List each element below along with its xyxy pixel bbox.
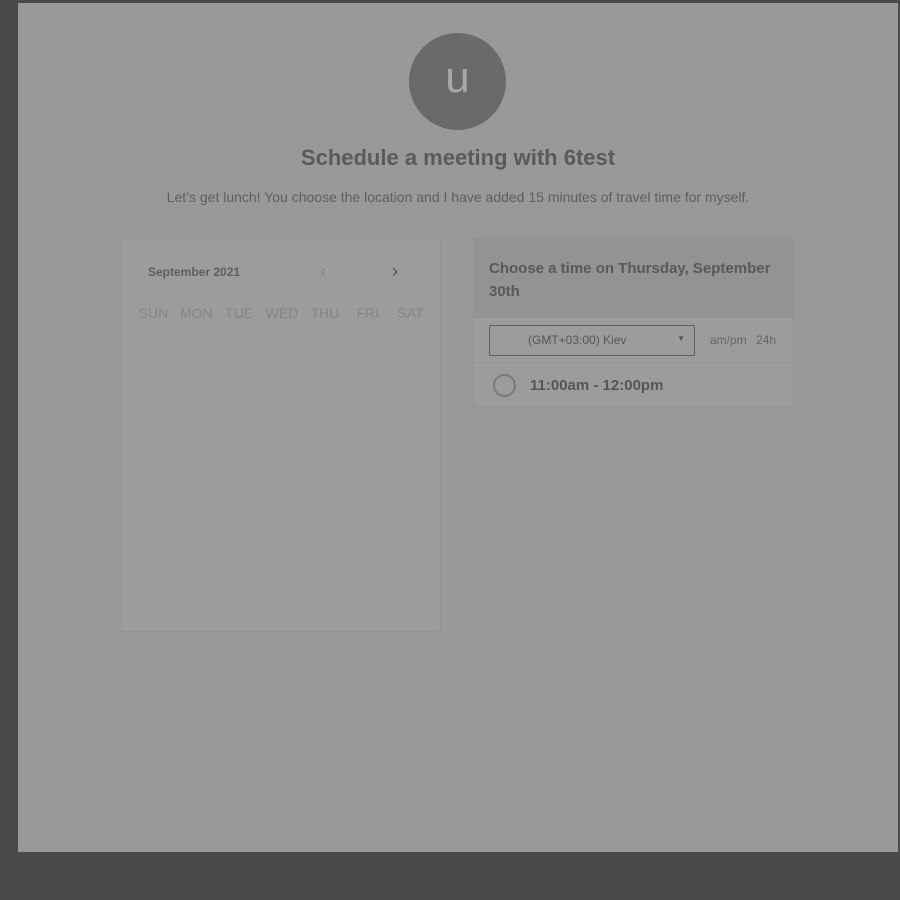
weekday-label: WED — [265, 305, 299, 321]
timezone-select[interactable]: (GMT+03:00) Kiev ▼ — [489, 325, 695, 356]
month-label: September 2021 — [148, 265, 241, 279]
time-format-toggle: am/pm 24h — [710, 333, 782, 347]
radio-icon[interactable] — [493, 374, 516, 397]
page-title: Schedule a meeting with 6test — [300, 145, 616, 170]
chevron-right-icon[interactable]: › — [392, 261, 398, 282]
meeting-description: Let’s get lunch! You choose the location… — [166, 189, 750, 205]
weekday-label: SUN — [138, 305, 169, 321]
caret-down-icon: ▼ — [677, 334, 685, 343]
time-slot[interactable]: 11:00am - 12:00pm — [474, 362, 793, 406]
time-panel-heading: Choose a time on Thursday, September 30t… — [474, 239, 793, 318]
format-ampm[interactable]: am/pm — [710, 333, 747, 347]
timezone-value: (GMT+03:00) Kiev — [528, 333, 627, 347]
page: u Schedule a meeting with 6test Let’s ge… — [18, 3, 898, 852]
time-slot-label: 11:00am - 12:00pm — [530, 377, 664, 394]
format-24h[interactable]: 24h — [756, 333, 776, 347]
weekday-label: THU — [310, 305, 340, 321]
weekday-label: SAT — [397, 305, 424, 321]
chevron-left-icon[interactable]: ‹ — [320, 261, 326, 282]
avatar: u — [409, 33, 506, 130]
weekday-label: FRI — [356, 305, 379, 321]
calendar-panel: September 2021 ‹ › SUN MON TUE WED THU F… — [121, 238, 441, 632]
weekday-header: SUN MON TUE WED THU FRI SAT — [132, 305, 432, 321]
weekday-label: TUE — [225, 305, 254, 321]
weekday-label: MON — [179, 305, 213, 321]
time-panel: Choose a time on Thursday, September 30t… — [473, 238, 794, 407]
